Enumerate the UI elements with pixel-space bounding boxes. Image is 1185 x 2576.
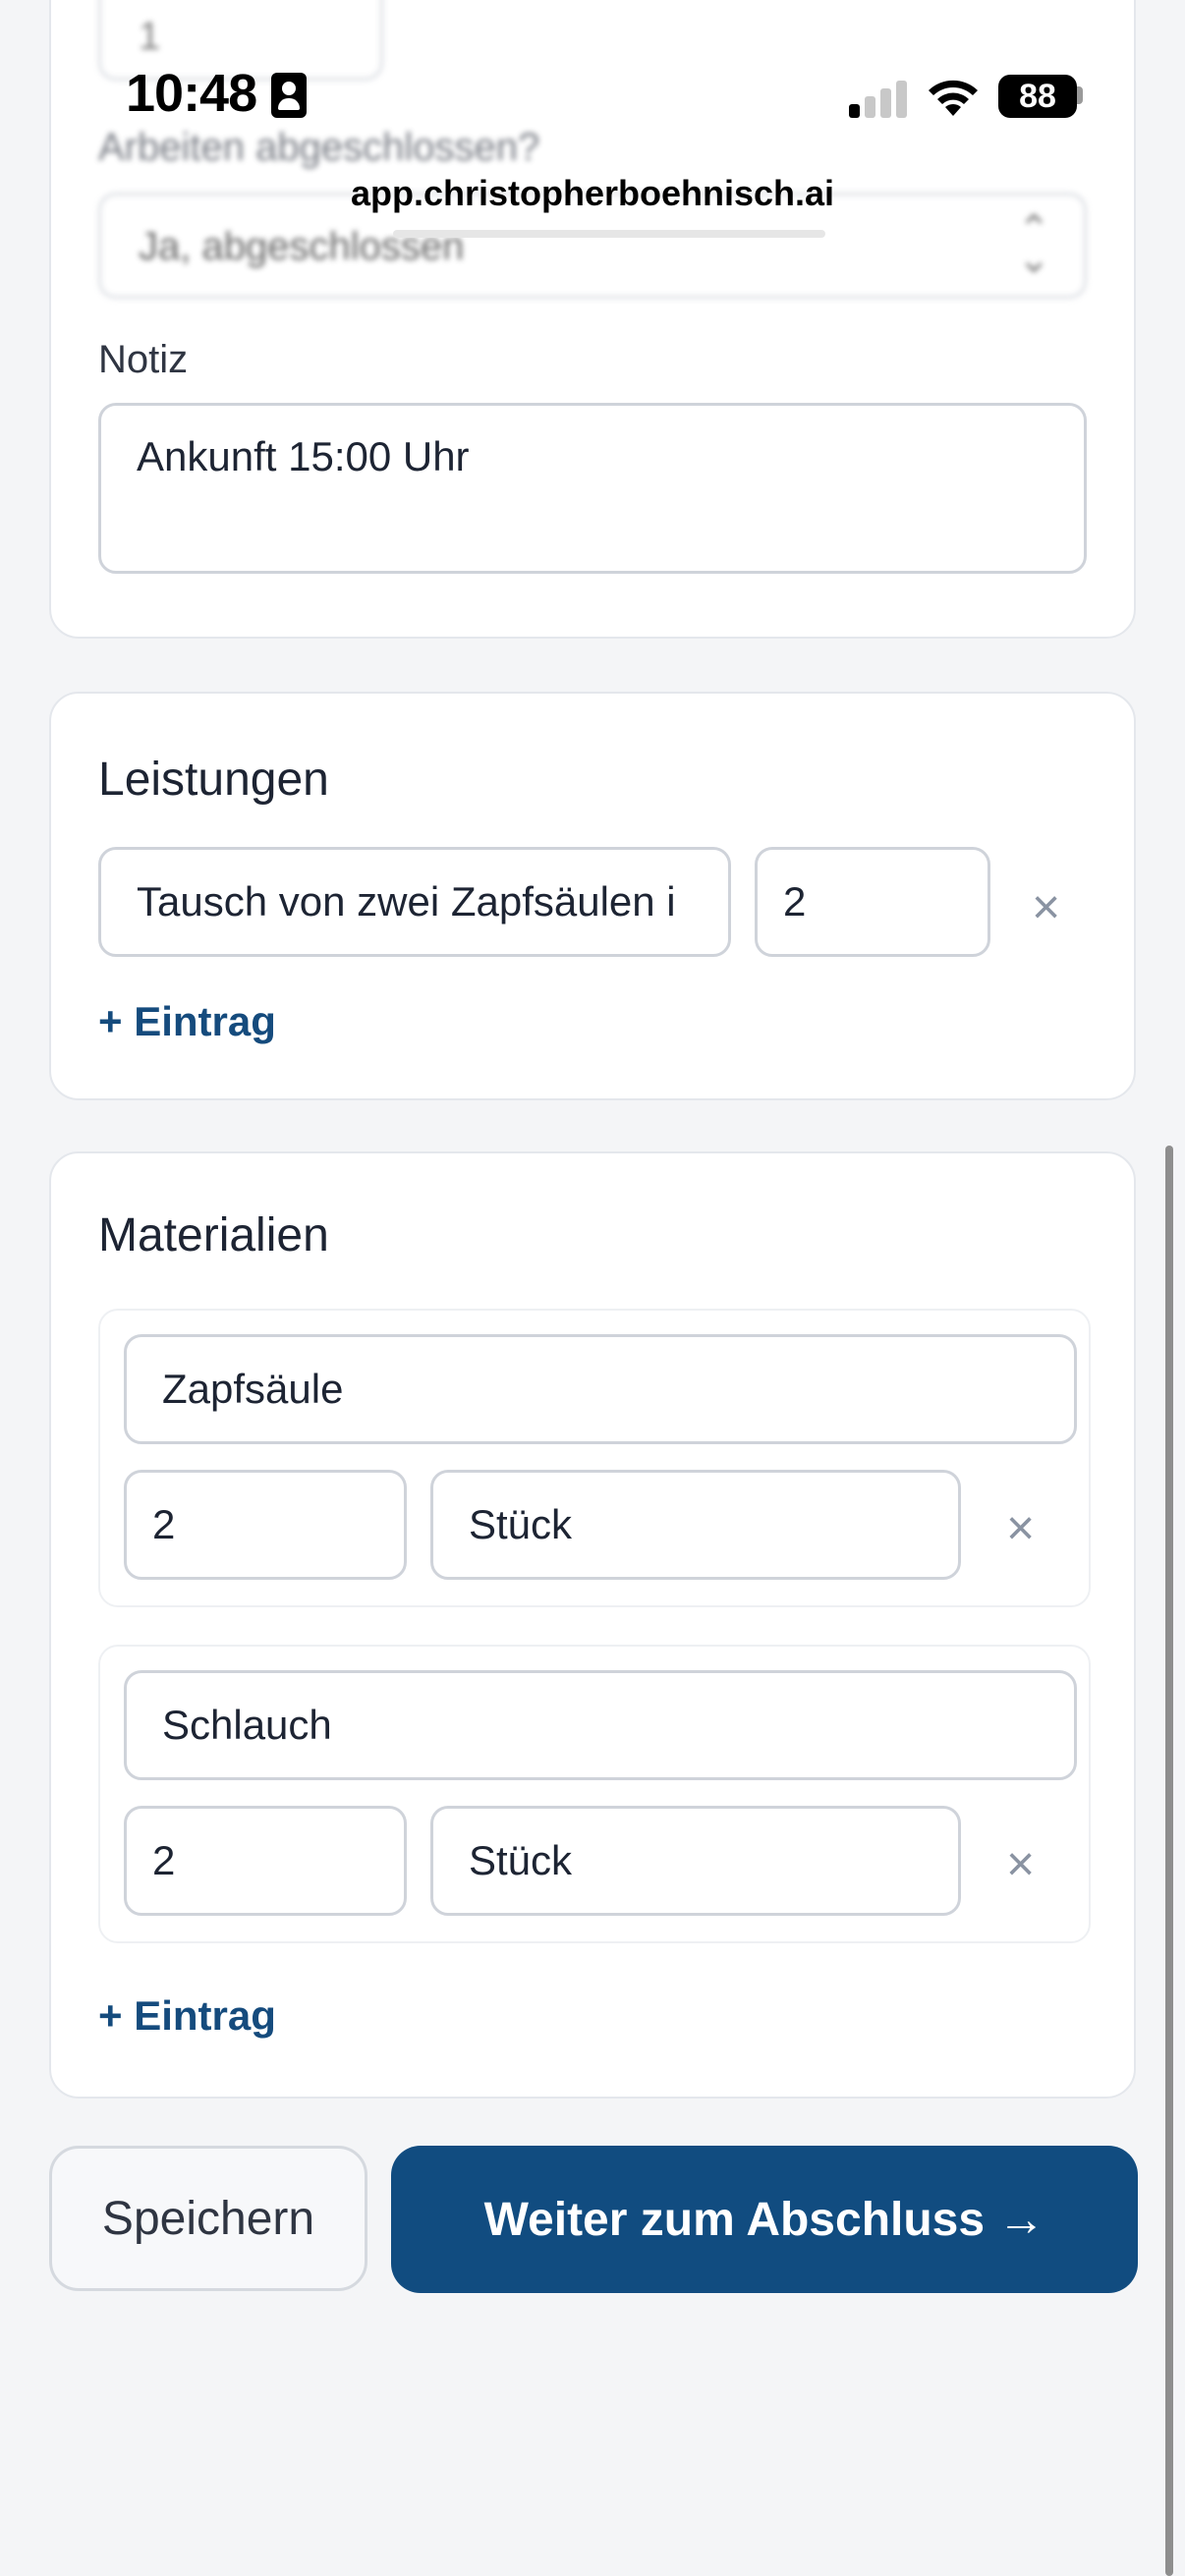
scrollbar[interactable] xyxy=(1165,1146,1173,2576)
close-icon[interactable]: × xyxy=(1006,1503,1035,1552)
save-button[interactable]: Speichern xyxy=(49,2146,367,2291)
wifi-icon xyxy=(929,80,978,116)
note-textarea[interactable]: Ankunft 15:00 Uhr xyxy=(98,403,1087,574)
chevron-updown-icon: ⌃ ⌄ xyxy=(1017,208,1050,281)
material-item: Zapfsäule 2 Stück × xyxy=(98,1309,1091,1607)
battery-tip xyxy=(1077,86,1083,104)
material-item: Schlauch 2 Stück × xyxy=(98,1645,1091,1943)
battery-icon: 88 xyxy=(998,75,1077,118)
cellular-signal-icon xyxy=(849,79,908,118)
add-material-button[interactable]: + Eintrag xyxy=(98,1992,276,2040)
material-quantity-input[interactable]: 2 xyxy=(124,1470,407,1580)
contact-card-icon xyxy=(271,73,307,118)
material-quantity-input[interactable]: 2 xyxy=(124,1806,407,1916)
leistung-quantity-input[interactable]: 2 xyxy=(755,847,990,957)
material-name-input[interactable]: Zapfsäule xyxy=(124,1334,1077,1444)
material-name-input[interactable]: Schlauch xyxy=(124,1670,1077,1780)
material-unit-input[interactable]: Stück xyxy=(430,1806,961,1916)
browser-url[interactable]: app.christopherboehnisch.ai xyxy=(0,173,1185,214)
completed-label: Arbeiten abgeschlossen? xyxy=(98,126,540,169)
status-time: 10:48 xyxy=(126,64,257,123)
add-leistung-button[interactable]: + Eintrag xyxy=(98,998,276,1045)
note-label: Notiz xyxy=(98,338,189,381)
next-to-completion-button[interactable]: Weiter zum Abschluss → xyxy=(391,2146,1138,2293)
materialien-title: Materialien xyxy=(98,1209,329,1261)
close-icon[interactable]: × xyxy=(1032,882,1060,931)
url-progress-bar xyxy=(393,230,825,238)
leistungen-card: Leistungen Tausch von zwei Zapfsäulen i … xyxy=(49,692,1136,1100)
close-icon[interactable]: × xyxy=(1006,1839,1035,1888)
leistung-description-input[interactable]: Tausch von zwei Zapfsäulen i xyxy=(98,847,731,957)
materialien-card: Materialien Zapfsäule 2 Stück × Schlauch… xyxy=(49,1151,1136,2099)
material-unit-input[interactable]: Stück xyxy=(430,1470,961,1580)
quantity-value: 1 xyxy=(139,15,161,58)
leistungen-title: Leistungen xyxy=(98,754,329,806)
